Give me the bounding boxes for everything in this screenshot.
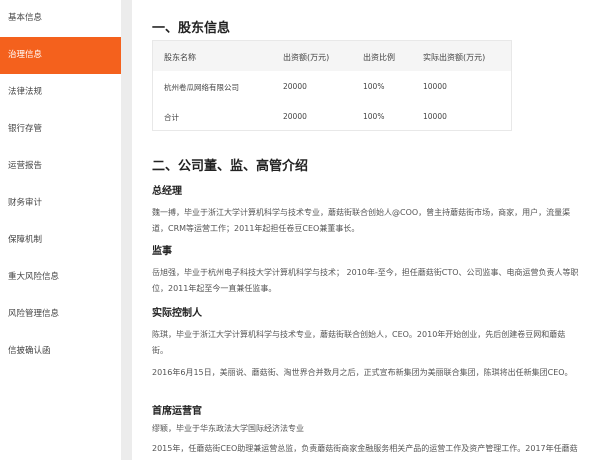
sidebar-item-financial-audit[interactable]: 财务审计	[0, 185, 121, 222]
table-cell: 20000	[283, 112, 307, 121]
exec-paragraph: 陈琪，毕业于浙江大学计算机科学与技术专业，蘑菇街联合创始人，CEO。2010年开…	[152, 330, 566, 355]
table-cell: 10000	[423, 112, 447, 121]
exec-paragraph: 岳旭强，毕业于杭州电子科技大学计算机科学与技术； 2010年-至今，担任蘑菇街C…	[152, 268, 579, 293]
main-content: 一、股东信息 股东名称 出资额(万元) 出资比例 实际出资额(万元) 杭州卷瓜网…	[132, 0, 600, 460]
sidebar-item-basic-info[interactable]: 基本信息	[0, 0, 121, 37]
table-cell: 20000	[283, 82, 307, 91]
header-cell: 股东名称	[164, 53, 196, 62]
executives-section-title: 二、公司董、监、高管介绍	[152, 159, 309, 174]
exec-actual-controller: 实际控制人 陈琪，毕业于浙江大学计算机科学与技术专业，蘑菇街联合创始人，CEO。…	[152, 304, 580, 381]
exec-paragraph: 2015年，任蘑菇街CEO助理兼运营总监，负责蘑菇街商家金融服务相关产品的运营工…	[152, 444, 578, 453]
exec-heading: 总经理	[152, 186, 182, 197]
exec-paragraph: 2016年6月15日，美丽说、蘑菇街、淘世界合并数月之后，正式宣布新集团为美丽联…	[152, 368, 573, 377]
sidebar: 基本信息 治理信息 法律法规 银行存管 运营报告 财务审计 保障机制 重大风险信…	[0, 0, 121, 460]
table-header: 股东名称 出资额(万元) 出资比例 实际出资额(万元)	[153, 41, 511, 71]
sidebar-item-laws[interactable]: 法律法规	[0, 74, 121, 111]
exec-heading: 实际控制人	[152, 308, 202, 319]
sidebar-item-operation-report[interactable]: 运营报告	[0, 148, 121, 185]
sidebar-item-governance[interactable]: 治理信息	[0, 37, 121, 74]
exec-supervisor: 监事 岳旭强，毕业于杭州电子科技大学计算机科学与技术； 2010年-至今，担任蘑…	[152, 242, 580, 297]
header-cell: 出资比例	[363, 53, 395, 62]
exec-heading: 首席运营官	[152, 406, 202, 417]
sidebar-item-disclosure-letter[interactable]: 信披确认函	[0, 333, 121, 370]
sidebar-item-guarantee[interactable]: 保障机制	[0, 222, 121, 259]
exec-general-manager: 总经理 魏一搏，毕业于浙江大学计算机科学与技术专业，蘑菇街联合创始人@COO，曾…	[152, 182, 580, 237]
sidebar-item-bank-custody[interactable]: 银行存管	[0, 111, 121, 148]
shareholder-table: 股东名称 出资额(万元) 出资比例 实际出资额(万元) 杭州卷瓜网络有限公司 2…	[152, 40, 512, 131]
sidebar-item-major-risk[interactable]: 重大风险信息	[0, 259, 121, 296]
table-cell: 10000	[423, 82, 447, 91]
header-cell: 实际出资额(万元)	[423, 53, 486, 62]
sidebar-item-risk-management[interactable]: 风险管理信息	[0, 296, 121, 333]
table-cell: 100%	[363, 82, 385, 91]
exec-heading: 监事	[152, 246, 172, 257]
exec-paragraph: 魏一搏，毕业于浙江大学计算机科学与技术专业，蘑菇街联合创始人@COO，曾主持蘑菇…	[152, 208, 571, 233]
table-cell: 杭州卷瓜网络有限公司	[164, 83, 239, 92]
exec-paragraph: 缪颖，毕业于华东政法大学国际经济法专业	[152, 424, 304, 433]
exec-coo: 首席运营官 缪颖，毕业于华东政法大学国际经济法专业 2015年，任蘑菇街CEO助…	[152, 402, 580, 460]
header-cell: 出资额(万元)	[283, 53, 330, 62]
shareholder-section-title: 一、股东信息	[152, 21, 231, 36]
table-cell: 100%	[363, 112, 385, 121]
table-cell: 合计	[164, 113, 179, 122]
